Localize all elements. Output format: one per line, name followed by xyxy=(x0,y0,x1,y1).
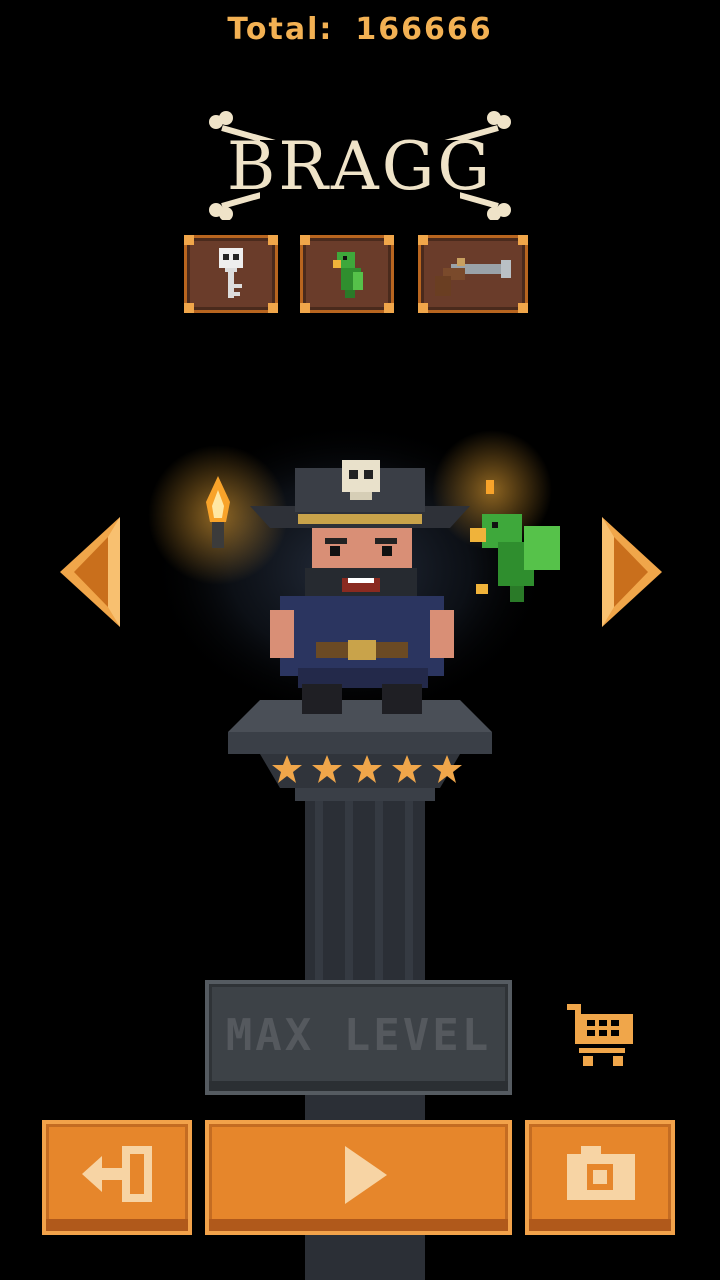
previous-character-button[interactable] xyxy=(58,515,122,629)
item-slot-pistol[interactable] xyxy=(418,235,528,313)
arrow-left-icon xyxy=(60,517,120,627)
flintlock-pistol-icon xyxy=(435,258,511,296)
max-level-button: MAX LEVEL xyxy=(205,980,512,1095)
shop-cart-button[interactable] xyxy=(565,1000,635,1070)
exit-door-icon xyxy=(82,1146,152,1202)
next-character-button[interactable] xyxy=(600,515,664,629)
character-stage xyxy=(120,410,600,990)
item-slot-parrot[interactable] xyxy=(300,235,394,313)
total-score: Total: 166666 xyxy=(0,12,720,47)
max-level-label: MAX LEVEL xyxy=(225,1010,492,1061)
parrot-icon xyxy=(333,252,363,298)
skull-key-icon xyxy=(219,248,243,298)
character-title: BRAGG xyxy=(200,110,520,221)
camera-icon xyxy=(567,1146,635,1200)
shopping-cart-icon xyxy=(567,1004,633,1066)
exit-button[interactable] xyxy=(42,1120,192,1235)
character-name: BRAGG xyxy=(226,128,494,205)
total-value: 166666 xyxy=(355,12,493,47)
stone-pillar xyxy=(295,785,435,990)
play-icon xyxy=(345,1146,387,1204)
item-slot-key[interactable] xyxy=(184,235,278,313)
arrow-right-icon xyxy=(602,517,662,627)
play-button[interactable] xyxy=(205,1120,512,1235)
total-label: Total: xyxy=(227,12,334,47)
screenshot-button[interactable] xyxy=(525,1120,675,1235)
